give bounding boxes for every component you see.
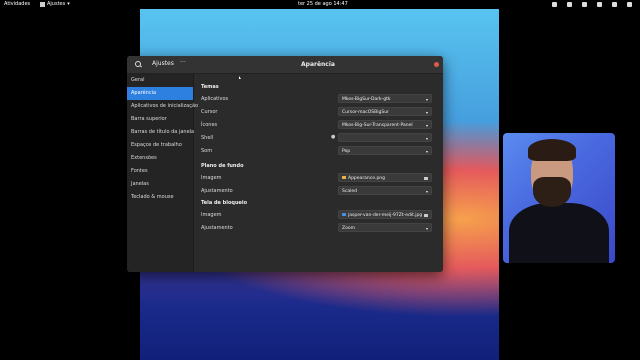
header-bar: Ajustes ··· Aparência — [127, 56, 443, 74]
settings-window: Ajustes ··· Aparência Geral Aparência Ap… — [127, 56, 443, 272]
chevron-down-icon: ▾ — [425, 123, 428, 128]
shell-theme-dropdown[interactable]: ▾ — [338, 133, 432, 142]
sidebar-item-barras-titulo[interactable]: Barras de título da janela — [127, 126, 194, 139]
icons-theme-dropdown[interactable]: Mkos-Big-Sur-Transparent-Panel ▾ — [338, 120, 432, 129]
chevron-down-icon: ▾ — [425, 189, 428, 194]
sidebar-item-extensoes[interactable]: Extensões — [127, 152, 193, 165]
label-cursor: Cursor — [201, 109, 218, 115]
lockscreen-adjustment-dropdown[interactable]: Zoom ▾ — [338, 223, 432, 232]
presenter-hair — [528, 139, 576, 161]
sound-theme-dropdown[interactable]: Pop ▾ — [338, 146, 432, 155]
folder-icon — [424, 214, 428, 217]
dropdown-value: Zoom — [342, 226, 355, 231]
presenter-beard — [533, 177, 571, 207]
top-bar: Atividades Ajustes ▾ ter 25 de ago 14:47 — [0, 0, 640, 9]
sidebar-item-fontes[interactable]: Fontes — [127, 165, 193, 178]
power-menu-icon[interactable] — [627, 2, 632, 7]
label-shell: Shell — [201, 135, 214, 141]
label-aplicativos: Aplicativos — [201, 96, 229, 102]
mouse-pointer-icon — [239, 76, 241, 79]
lockscreen-image-chooser[interactable]: jasper-van-der-meij-97Zt-edit.jpg — [338, 210, 432, 219]
system-tray — [552, 0, 632, 7]
label-ajustamento-bloqueio: Ajustamento — [201, 225, 233, 231]
tray-icon-5[interactable] — [612, 2, 617, 7]
app-menu-label: Ajustes — [47, 1, 66, 7]
sidebar-item-barra-superior[interactable]: Barra superior — [127, 113, 193, 126]
image-file-icon — [342, 213, 346, 216]
background-adjustment-dropdown[interactable]: Scaled ▾ — [338, 186, 432, 195]
page-title: Aparência — [301, 61, 335, 68]
warning-icon: ● — [331, 134, 336, 140]
sidebar-item-aparencia[interactable]: Aparência — [127, 87, 193, 100]
aplicativos-theme-dropdown[interactable]: Mkos-BigSur-Dark-gtk ▾ — [338, 94, 432, 103]
file-value: jasper-van-der-meij-97Zt-edit.jpg — [348, 213, 423, 218]
tray-icon-4[interactable] — [597, 2, 602, 7]
folder-icon — [424, 177, 428, 180]
dropdown-value: Cursor-macOSBigSur — [342, 110, 389, 115]
activities-button[interactable]: Atividades — [4, 0, 30, 9]
app-icon — [40, 2, 45, 7]
label-imagem-bloqueio: Imagem — [201, 212, 222, 218]
chevron-down-icon: ▾ — [67, 1, 70, 7]
chevron-down-icon: ▾ — [425, 136, 428, 141]
chevron-down-icon: ▾ — [425, 149, 428, 154]
dropdown-value: Mkos-Big-Sur-Transparent-Panel — [342, 123, 413, 128]
tray-icon-3[interactable] — [582, 2, 587, 7]
dropdown-value: Mkos-BigSur-Dark-gtk — [342, 97, 391, 102]
chevron-down-icon: ▾ — [425, 226, 428, 231]
section-title-tela-de-bloqueio: Tela de bloqueio — [201, 200, 248, 206]
cursor-theme-dropdown[interactable]: Cursor-macOSBigSur ▾ — [338, 107, 432, 116]
webcam-overlay — [503, 133, 615, 263]
dropdown-value: Pop — [342, 149, 351, 154]
label-som: Som — [201, 148, 213, 154]
presenter-body — [509, 203, 609, 263]
clock[interactable]: ter 25 de ago 14:47 — [298, 0, 348, 9]
close-button[interactable] — [434, 62, 439, 67]
sidebar-item-inicializacao[interactable]: Aplicativos de inicialização — [127, 100, 198, 113]
image-file-icon — [342, 176, 346, 179]
tray-icon-2[interactable] — [567, 2, 572, 7]
label-imagem-fundo: Imagem — [201, 175, 222, 181]
label-ajustamento-fundo: Ajustamento — [201, 188, 233, 194]
chevron-down-icon: ▾ — [425, 110, 428, 115]
section-title-temas: Temas — [201, 84, 219, 90]
sidebar-item-espacos[interactable]: Espaços de trabalho — [127, 139, 193, 152]
sidebar-item-teclado[interactable]: Teclado & mouse — [127, 191, 193, 204]
file-value: Appearance.png — [348, 176, 386, 181]
appearance-panel: Temas Aplicativos Mkos-BigSur-Dark-gtk ▾… — [194, 74, 443, 272]
background-image-chooser[interactable]: Appearance.png — [338, 173, 432, 182]
dropdown-value: Scaled — [342, 189, 357, 194]
tray-icon-1[interactable] — [552, 2, 557, 7]
section-title-plano-de-fundo: Plano de fundo — [201, 163, 244, 169]
label-icones: Ícones — [201, 122, 218, 128]
sidebar: Geral Aparência Aplicativos de inicializ… — [127, 74, 198, 272]
sidebar-item-geral[interactable]: Geral — [127, 74, 193, 87]
app-menu[interactable]: Ajustes ▾ — [40, 0, 70, 9]
chevron-down-icon: ▾ — [425, 97, 428, 102]
sidebar-item-janelas[interactable]: Janelas — [127, 178, 193, 191]
